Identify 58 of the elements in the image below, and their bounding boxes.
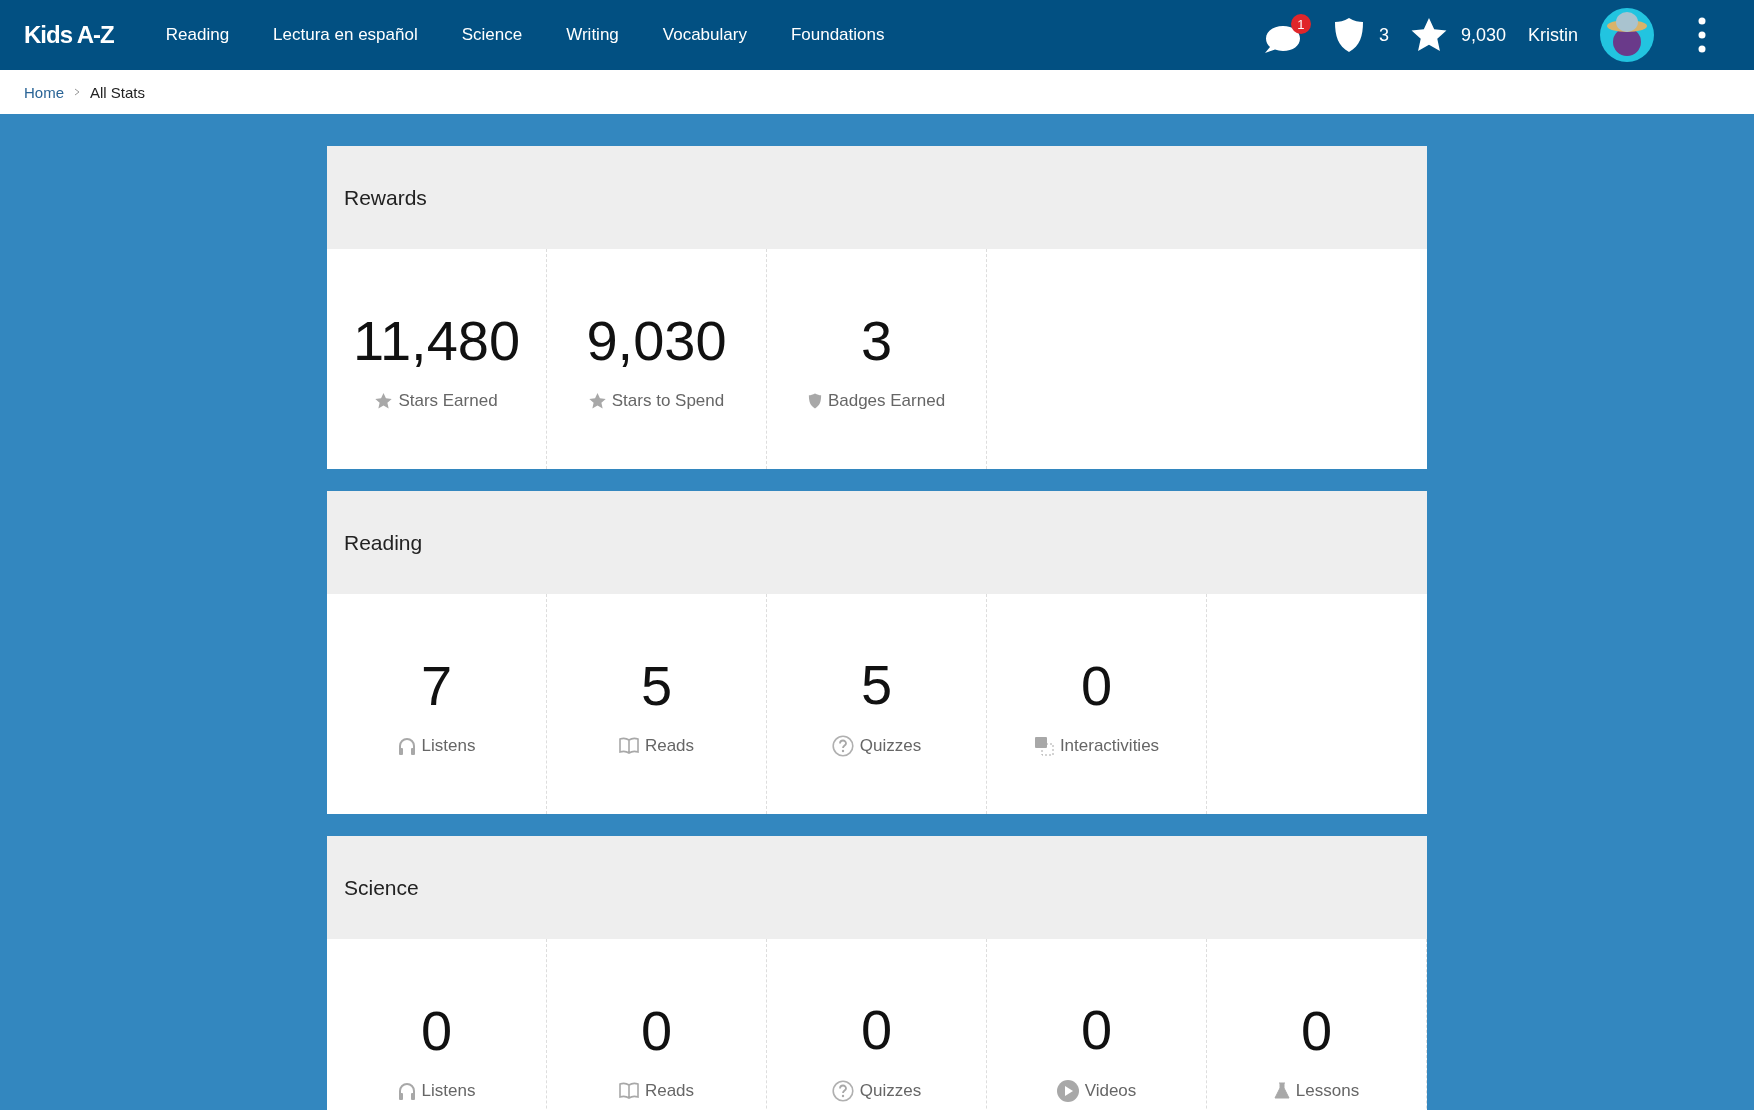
stat-label: Stars Earned [398, 390, 498, 411]
star-icon [1410, 18, 1447, 52]
stat-label: Quizzes [859, 735, 922, 756]
stat-value: 0 [1080, 996, 1113, 1062]
stat-label: Listens [421, 1080, 476, 1101]
avatar-icon[interactable] [1600, 8, 1654, 62]
badges-button[interactable]: 3 [1332, 17, 1389, 53]
stat-label: Reads [644, 735, 695, 756]
headphones-icon [397, 736, 416, 755]
nav-link[interactable]: Science [439, 25, 545, 45]
nav-link[interactable]: Vocabulary [640, 25, 769, 45]
stat-label: Interactivities [1059, 735, 1160, 756]
nav-link[interactable]: Reading [143, 25, 252, 45]
play-icon [1056, 1079, 1079, 1102]
messages-button[interactable]: 1 [1262, 14, 1311, 56]
more-menu-icon[interactable] [1698, 17, 1706, 53]
stat-value: 0 [420, 997, 453, 1063]
stars-button[interactable]: 9,030 [1410, 18, 1506, 52]
question-icon [831, 1079, 854, 1102]
flask-icon [1273, 1082, 1290, 1099]
stat-value: 0 [860, 996, 893, 1062]
notification-badge: 1 [1290, 14, 1311, 34]
stat-label: Reads [644, 1080, 695, 1101]
stat-value: 5 [860, 651, 893, 717]
stat-value: 5 [640, 652, 673, 718]
panel-title: Science [344, 875, 419, 900]
chevron-icon [74, 88, 80, 96]
stat-label: Videos [1084, 1080, 1137, 1101]
book-icon [618, 737, 639, 754]
stat-value: 9,030 [586, 307, 727, 373]
squares-icon [1033, 735, 1054, 756]
stat-value: 0 [640, 997, 673, 1063]
stat-label: Quizzes [859, 1080, 922, 1101]
user-name[interactable]: Kristin [1528, 24, 1578, 46]
stat-value: 3 [860, 307, 893, 373]
breadcrumb-current: All Stats [90, 83, 146, 101]
stat-label: Stars to Spend [611, 390, 725, 411]
panel-title: Reading [344, 530, 423, 555]
star-icon [375, 392, 393, 409]
nav-link[interactable]: Lectura en español [251, 25, 440, 45]
shield-icon [807, 392, 822, 409]
question-icon [831, 734, 854, 757]
shield-icon [1332, 17, 1365, 53]
stat-value: 0 [1300, 997, 1333, 1063]
breadcrumb-link[interactable]: Home [24, 83, 64, 101]
book-icon [618, 1082, 639, 1099]
nav-link[interactable]: Writing [544, 25, 641, 45]
stat-label: Listens [421, 735, 476, 756]
stat-label: Badges Earned [827, 390, 946, 411]
stat-label: Lessons [1295, 1080, 1360, 1101]
logo[interactable]: Kids A-Z [24, 21, 114, 49]
stat-value: 11,480 [352, 307, 521, 373]
star-icon [588, 392, 606, 409]
nav-link[interactable]: Foundations [768, 25, 907, 45]
headphones-icon [397, 1081, 416, 1100]
stat-value: 7 [420, 652, 453, 718]
panel-title: Rewards [344, 185, 427, 210]
stat-value: 0 [1080, 652, 1113, 718]
